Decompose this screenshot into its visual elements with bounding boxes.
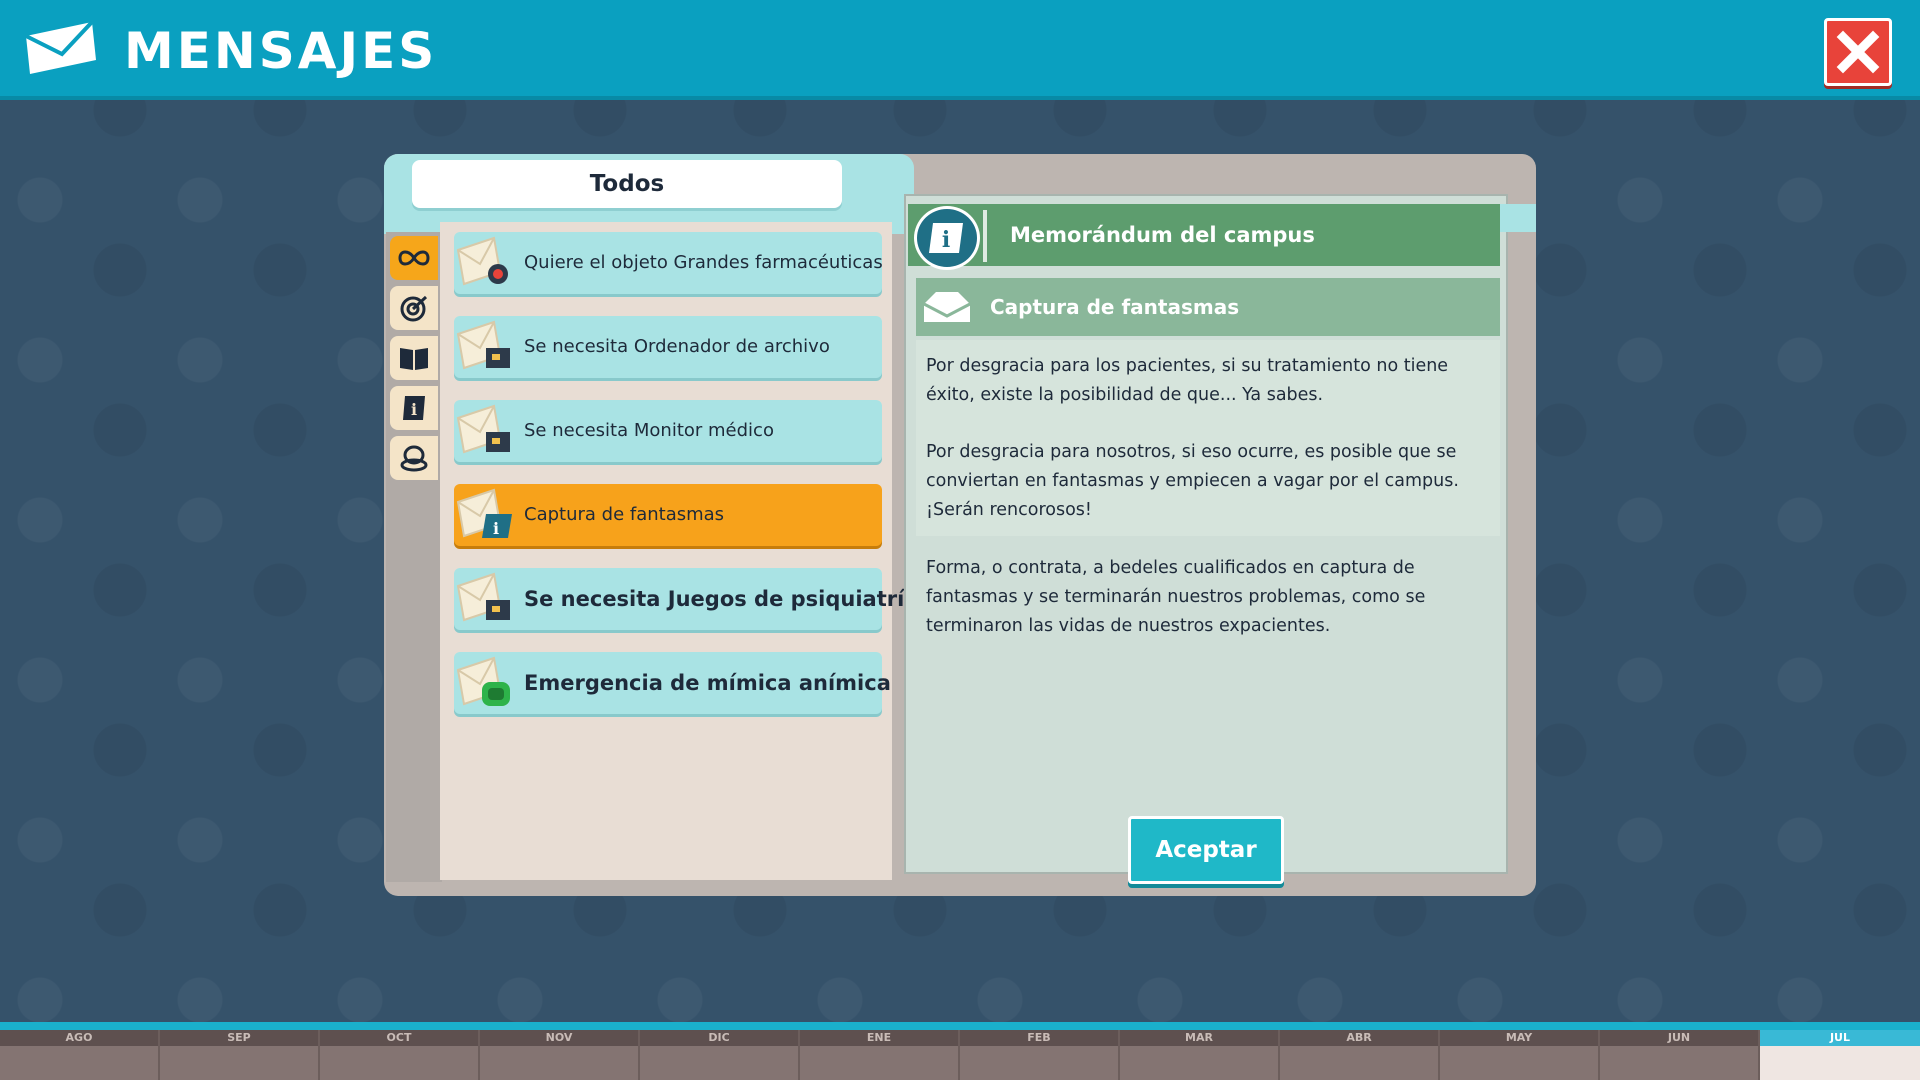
message-item-label: Emergencia de mímica anímica — [524, 671, 891, 695]
svg-text:i: i — [493, 519, 499, 538]
message-item[interactable]: Se necesita Monitor médico — [454, 400, 882, 462]
timeline-month-dic: DIC — [640, 1030, 798, 1046]
timeline-month-cell — [320, 1046, 478, 1080]
timeline-month-jun: JUN — [1600, 1030, 1758, 1046]
timeline-month-cell — [480, 1046, 638, 1080]
timeline-month-ene: ENE — [800, 1030, 958, 1046]
message-item-label: Se necesita Juegos de psiquiatría — [524, 587, 919, 611]
detail-paragraph-2: Por desgracia para nosotros, si eso ocur… — [926, 442, 1459, 520]
timeline-month-cell — [960, 1046, 1118, 1080]
category-tab-book[interactable] — [390, 336, 438, 380]
timeline-month-cell — [160, 1046, 318, 1080]
category-tab-finance[interactable] — [390, 436, 438, 480]
page-title: MENSAJES — [124, 22, 438, 80]
envelope-box-icon — [456, 320, 510, 370]
message-item[interactable]: i Captura de fantasmas — [454, 484, 882, 546]
message-item[interactable]: Quiere el objeto Grandes farmacéuticas — [454, 232, 883, 294]
category-tab-objectives[interactable] — [390, 286, 438, 330]
timeline-month-cell — [1600, 1046, 1758, 1080]
category-tab-all[interactable] — [390, 236, 438, 280]
envelope-info-icon: i — [456, 488, 512, 538]
target-icon — [400, 295, 428, 322]
message-item-label: Se necesita Monitor médico — [524, 420, 774, 441]
timeline-month-ago: AGO — [0, 1030, 158, 1046]
envelope-box-icon — [456, 404, 510, 454]
svg-text:i: i — [411, 400, 417, 419]
info-book-icon: i — [403, 396, 425, 420]
timeline-month-cell — [1440, 1046, 1598, 1080]
detail-paragraph-1: Por desgracia para los pacientes, si su … — [926, 356, 1449, 405]
timeline-month-cell — [0, 1046, 158, 1080]
memo-info-icon: i — [914, 206, 980, 270]
timeline-month-cell — [1760, 1046, 1920, 1080]
timeline-month-cell — [800, 1046, 958, 1080]
timeline-month-cell — [1120, 1046, 1278, 1080]
timeline-month-mar: MAR — [1120, 1030, 1278, 1046]
message-item[interactable]: Se necesita Ordenador de archivo — [454, 316, 882, 378]
filter-all-tab[interactable]: Todos — [412, 160, 842, 208]
coins-icon — [400, 445, 428, 472]
timeline-month-cell — [640, 1046, 798, 1080]
message-item-label: Quiere el objeto Grandes farmacéuticas — [524, 252, 883, 273]
timeline-month-may: MAY — [1440, 1030, 1598, 1046]
category-tab-memos[interactable]: i — [390, 386, 438, 430]
detail-subtitle: Captura de fantasmas — [990, 295, 1240, 319]
timeline-month-abr: ABR — [1280, 1030, 1438, 1046]
detail-title: Memorándum del campus — [1010, 223, 1315, 247]
close-x-icon — [1836, 30, 1880, 74]
envelope-target-icon — [456, 236, 508, 286]
timeline-month-feb: FEB — [960, 1030, 1118, 1046]
detail-paragraph-3: Forma, o contrata, a bedeles cualificado… — [926, 558, 1426, 636]
timeline-month-cell — [1280, 1046, 1438, 1080]
message-item-label: Captura de fantasmas — [524, 504, 725, 525]
envelope-icon — [25, 20, 96, 74]
timeline-month-sep: SEP — [160, 1030, 318, 1046]
book-icon — [400, 348, 428, 370]
timeline-month-jul: JUL — [1760, 1030, 1920, 1046]
header-divider — [983, 210, 987, 262]
message-item-label: Se necesita Ordenador de archivo — [524, 336, 830, 357]
timeline-month-nov: NOV — [480, 1030, 638, 1046]
envelope-box-icon — [456, 572, 510, 622]
message-item[interactable]: Se necesita Juegos de psiquiatría — [454, 568, 919, 630]
timeline-top-strip — [0, 1022, 1920, 1030]
infinity-icon — [398, 250, 430, 266]
accept-button[interactable]: Aceptar — [1128, 816, 1284, 884]
envelope-green-icon — [456, 656, 510, 706]
svg-text:i: i — [942, 227, 950, 253]
message-item[interactable]: Emergencia de mímica anímica — [454, 652, 891, 714]
close-button[interactable] — [1824, 18, 1892, 86]
timeline-month-oct: OCT — [320, 1030, 478, 1046]
open-envelope-icon — [923, 292, 971, 322]
